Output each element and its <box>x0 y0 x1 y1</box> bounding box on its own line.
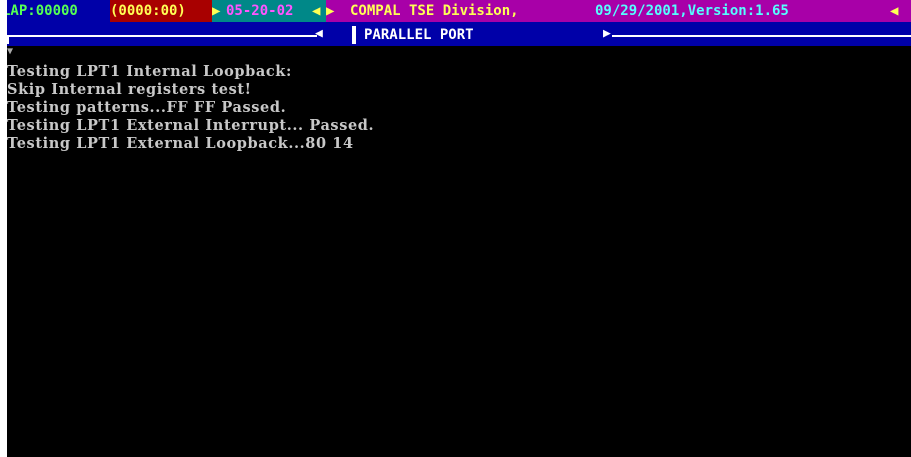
build-version: 09/29/2001,Version:1.65 <box>595 3 789 19</box>
scroll-down-icon: ▼ <box>7 46 14 57</box>
console-line: Skip Internal registers test! <box>7 81 252 98</box>
arrow-right-icon: ▶ <box>326 3 335 19</box>
title-bar: ◀ PARALLEL PORT ▶ <box>7 22 911 46</box>
arrow-left-icon: ◀ <box>312 0 326 22</box>
company-name: COMPAL TSE Division, <box>350 3 519 19</box>
console-line: Testing LPT1 External Loopback...80 14 <box>7 135 354 152</box>
elapsed-timer: (0000:00) <box>110 0 216 22</box>
arrow-left-icon: ◀ <box>890 3 899 19</box>
arrow-right-icon: ▶ <box>212 0 226 22</box>
lap-counter: LAP:00000 <box>7 0 110 22</box>
frame-line-left <box>7 35 317 37</box>
console-line: Testing LPT1 Internal Loopback: <box>7 63 292 80</box>
status-bar: LAP:00000 (0000:00) ▶ 05-20-02 ◀ ▶ COMPA… <box>7 0 911 22</box>
console-line: Testing LPT1 External Interrupt... Passe… <box>7 117 375 134</box>
dos-diagnostic-screen: LAP:00000 (0000:00) ▶ 05-20-02 ◀ ▶ COMPA… <box>7 0 911 457</box>
page-title: PARALLEL PORT <box>352 26 474 44</box>
arrow-left-icon: ◀ <box>315 26 323 41</box>
arrow-right-icon: ▶ <box>603 26 611 41</box>
console-output: Testing LPT1 Internal Loopback: Skip Int… <box>7 63 374 153</box>
console-line: Testing patterns...FF FF Passed. <box>7 99 287 116</box>
frame-line-right <box>612 35 911 37</box>
system-date: 05-20-02 <box>226 0 316 22</box>
